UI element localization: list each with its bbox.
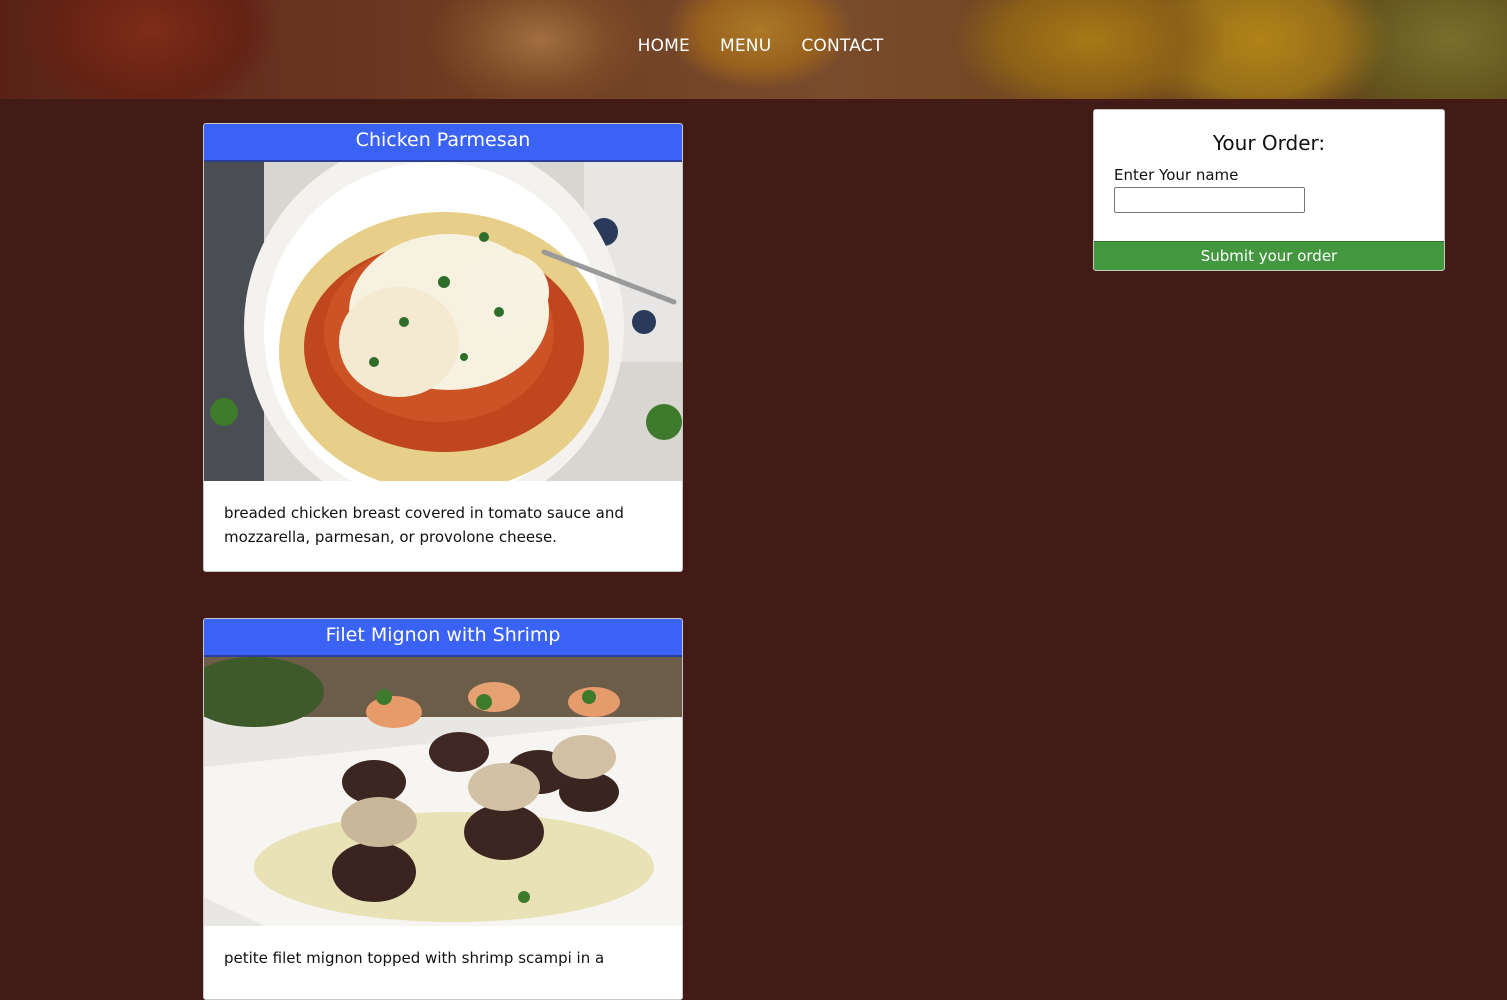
menu-card-description: breaded chicken breast covered in tomato… xyxy=(224,504,624,546)
menu-card-chicken-parmesan[interactable]: Chicken Parmesan breaded chicken breast … xyxy=(203,123,683,572)
filet-mignon-shrimp-photo xyxy=(204,657,682,926)
name-label: Enter Your name xyxy=(1114,166,1239,184)
menu-card-title: Filet Mignon with Shrimp xyxy=(204,619,682,657)
menu-card-title: Chicken Parmesan xyxy=(204,124,682,162)
main-nav: HOME MENU CONTACT xyxy=(0,34,1507,58)
filet-mignon-shrimp-image xyxy=(204,657,682,926)
order-panel: Your Order: Enter Your name Submit your … xyxy=(1093,109,1445,271)
menu-card-description: petite filet mignon topped with shrimp s… xyxy=(224,949,605,967)
order-title: Your Order: xyxy=(1212,131,1326,155)
header-banner: HOME MENU CONTACT xyxy=(0,0,1507,99)
nav-contact-link[interactable]: CONTACT xyxy=(801,34,883,58)
submit-order-button[interactable]: Submit your order xyxy=(1094,241,1444,270)
nav-links: HOME MENU CONTACT xyxy=(638,34,884,58)
nav-menu-link[interactable]: MENU xyxy=(720,34,771,58)
nav-home-link[interactable]: HOME xyxy=(638,34,690,58)
menu-card-filet-mignon-shrimp[interactable]: Filet Mignon with Shrimp petite filet mi… xyxy=(203,618,683,1000)
chicken-parmesan-photo xyxy=(204,162,682,481)
chicken-parmesan-image xyxy=(204,162,682,481)
name-input[interactable] xyxy=(1114,187,1305,213)
